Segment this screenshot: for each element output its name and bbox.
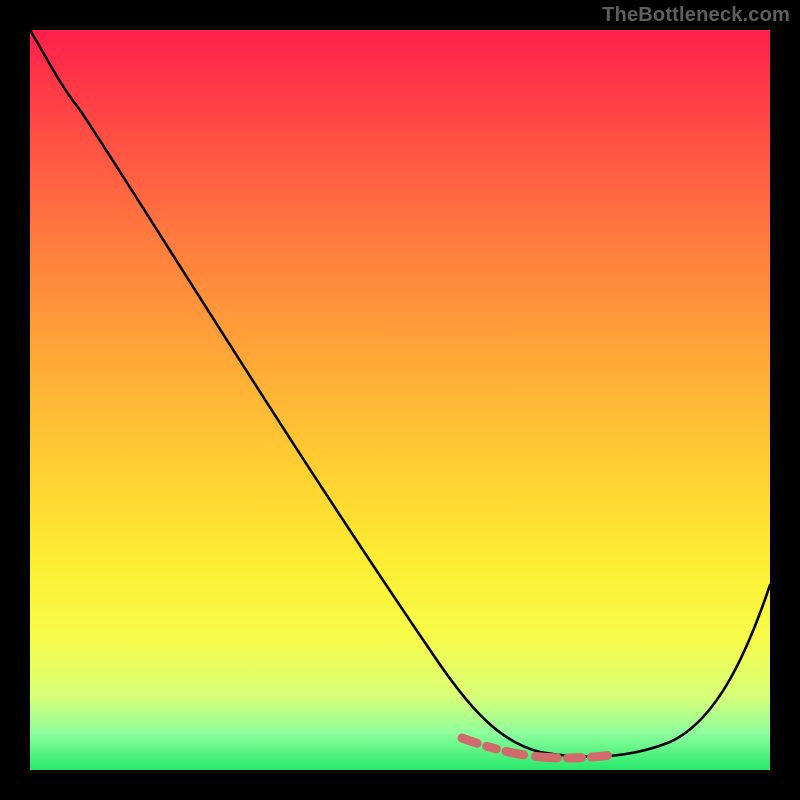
chart-frame: TheBottleneck.com (0, 0, 800, 800)
bottleneck-curve (30, 30, 770, 757)
plot-area (30, 30, 770, 770)
highlight-band (462, 738, 670, 758)
watermark-text: TheBottleneck.com (602, 4, 790, 27)
curve-layer (30, 30, 770, 770)
